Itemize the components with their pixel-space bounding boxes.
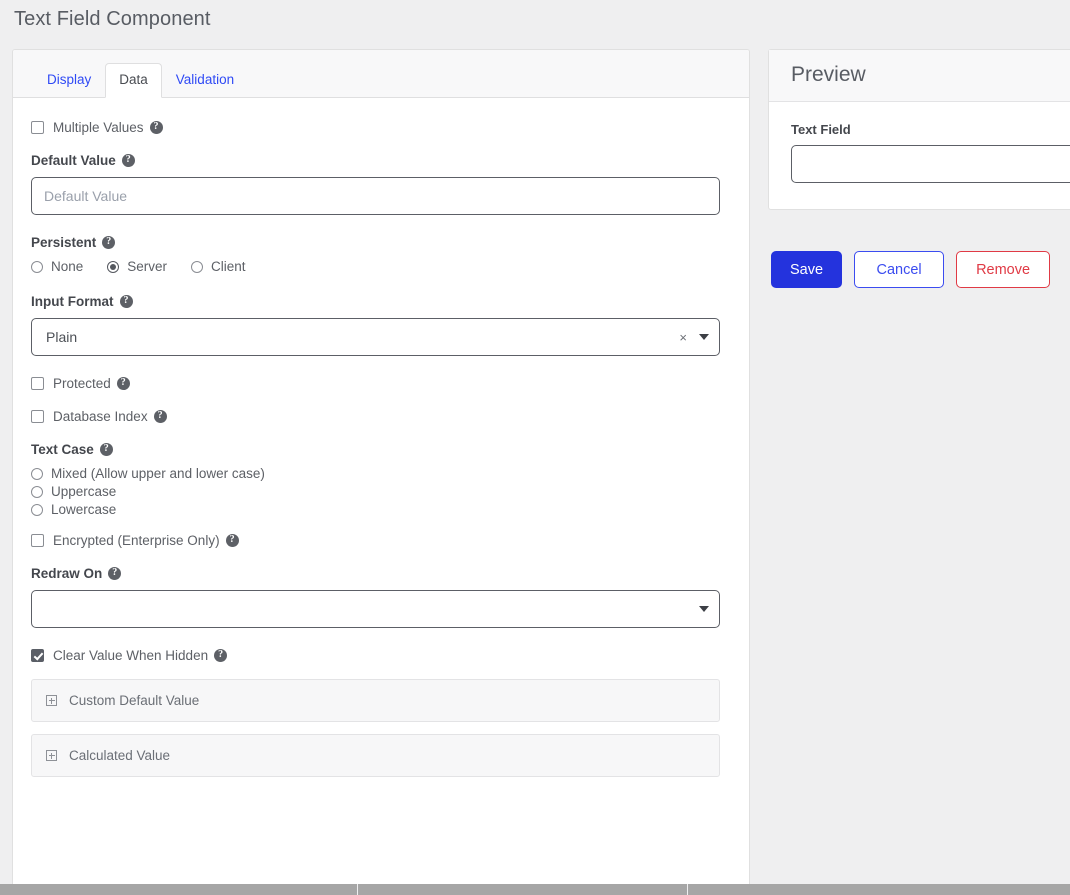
close-icon[interactable]: ×: [679, 330, 687, 345]
preview-body: Text Field: [769, 102, 1070, 209]
preview-title: Preview: [791, 63, 866, 86]
horizontal-scrollbar[interactable]: [0, 884, 1070, 895]
collapsible-label: Custom Default Value: [69, 693, 200, 708]
input-format-select[interactable]: Plain ×: [31, 318, 720, 356]
plus-square-icon: [46, 695, 57, 706]
data-tab-panel: Multiple Values Default Value Default Va…: [13, 98, 749, 799]
database-index-label: Database Index: [53, 409, 167, 424]
input-format-value: Plain: [46, 329, 78, 345]
help-icon[interactable]: [102, 236, 116, 249]
clear-value-when-hidden-label: Clear Value When Hidden: [53, 648, 228, 663]
clear-value-when-hidden-checkbox[interactable]: [31, 649, 44, 662]
radio-client[interactable]: [191, 260, 204, 273]
radio-mixed[interactable]: [31, 467, 43, 480]
input-format-label: Input Format: [31, 294, 731, 309]
radio-none[interactable]: [31, 260, 43, 273]
chevron-down-icon[interactable]: [699, 606, 709, 612]
help-icon[interactable]: [214, 649, 228, 662]
tab-bar: Display Data Validation: [13, 50, 749, 98]
tab-display[interactable]: Display: [33, 63, 105, 98]
database-index-row[interactable]: Database Index: [31, 409, 731, 424]
protected-label: Protected: [53, 376, 130, 391]
persistent-label: Persistent: [31, 235, 731, 250]
collapsible-calculated-value[interactable]: Calculated Value: [31, 734, 720, 777]
radio-lowercase[interactable]: [31, 503, 43, 516]
scrollbar-segment[interactable]: [0, 884, 358, 895]
save-button[interactable]: Save: [771, 251, 843, 288]
help-icon[interactable]: [153, 410, 167, 423]
help-icon[interactable]: [225, 534, 239, 547]
collapsible-label: Calculated Value: [69, 748, 171, 763]
tab-data[interactable]: Data: [105, 62, 162, 98]
persistent-option-none[interactable]: None: [31, 259, 83, 274]
remove-button[interactable]: Remove: [956, 251, 1051, 288]
cancel-button[interactable]: Cancel: [854, 251, 945, 288]
scrollbar-segment[interactable]: [688, 884, 1070, 895]
persistent-radio-group: None Server Client: [31, 259, 731, 274]
collapsible-custom-default-value[interactable]: Custom Default Value: [31, 679, 720, 722]
persistent-option-server[interactable]: Server: [107, 259, 167, 274]
database-index-checkbox[interactable]: [31, 410, 44, 423]
encrypted-checkbox[interactable]: [31, 534, 44, 547]
redraw-on-label: Redraw On: [31, 566, 731, 581]
preview-header: Preview: [769, 50, 1070, 102]
clear-value-when-hidden-row[interactable]: Clear Value When Hidden: [31, 648, 731, 663]
chevron-down-icon[interactable]: [699, 334, 709, 340]
radio-server[interactable]: [107, 260, 120, 273]
redraw-on-select[interactable]: [31, 590, 720, 628]
protected-row[interactable]: Protected: [31, 376, 731, 391]
default-value-label: Default Value: [31, 153, 731, 168]
persistent-option-client[interactable]: Client: [191, 259, 246, 274]
help-icon[interactable]: [108, 567, 122, 580]
text-case-option-uppercase[interactable]: Uppercase: [31, 484, 731, 499]
preview-field-label: Text Field: [791, 122, 851, 137]
encrypted-row[interactable]: Encrypted (Enterprise Only): [31, 533, 731, 548]
default-value-input[interactable]: Default Value: [31, 177, 720, 215]
default-value-placeholder: Default Value: [44, 188, 128, 204]
text-case-option-lowercase[interactable]: Lowercase: [31, 502, 731, 517]
preview-text-field-input[interactable]: [791, 145, 1070, 183]
settings-panel: Display Data Validation Multiple Values …: [12, 49, 750, 895]
help-icon[interactable]: [99, 443, 113, 456]
multiple-values-checkbox[interactable]: [31, 121, 44, 134]
preview-panel: Preview Text Field: [768, 49, 1070, 210]
help-icon[interactable]: [121, 154, 135, 167]
plus-square-icon: [46, 750, 57, 761]
protected-checkbox[interactable]: [31, 377, 44, 390]
encrypted-label: Encrypted (Enterprise Only): [53, 533, 239, 548]
help-icon[interactable]: [116, 377, 130, 390]
page-title: Text Field Component: [14, 8, 211, 30]
action-button-row: Save Cancel Remove: [771, 251, 1051, 288]
text-case-label: Text Case: [31, 442, 731, 457]
help-icon[interactable]: [149, 121, 163, 134]
scrollbar-segment[interactable]: [358, 884, 688, 895]
radio-uppercase[interactable]: [31, 485, 43, 498]
help-icon[interactable]: [119, 295, 133, 308]
multiple-values-row[interactable]: Multiple Values: [31, 120, 731, 135]
text-case-radio-group: Mixed (Allow upper and lower case) Upper…: [31, 466, 731, 517]
tab-validation[interactable]: Validation: [162, 63, 248, 98]
text-case-option-mixed[interactable]: Mixed (Allow upper and lower case): [31, 466, 731, 481]
multiple-values-label: Multiple Values: [53, 120, 163, 135]
